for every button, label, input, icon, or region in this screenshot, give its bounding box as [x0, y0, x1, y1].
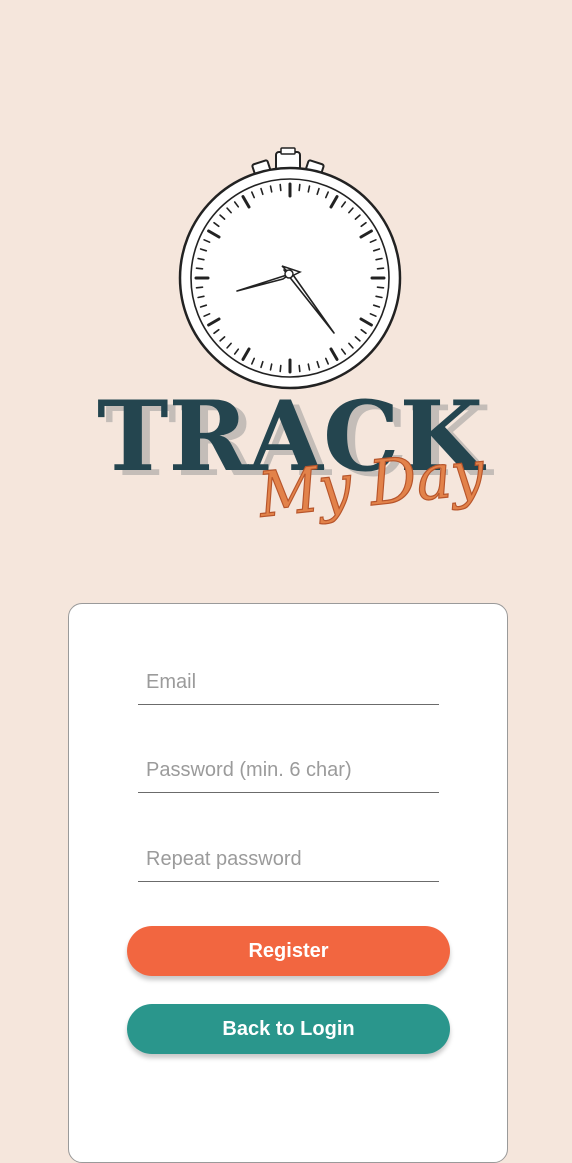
- register-card: Register Back to Login: [68, 603, 508, 1163]
- app-logo: TRACK TRACK My Day: [0, 0, 572, 560]
- back-to-login-button[interactable]: Back to Login: [127, 1004, 450, 1054]
- repeat-password-field[interactable]: [138, 838, 439, 882]
- email-field[interactable]: [138, 661, 439, 705]
- password-field[interactable]: [138, 749, 439, 793]
- register-button[interactable]: Register: [127, 926, 450, 976]
- logo-wordmark: TRACK TRACK My Day: [97, 380, 495, 532]
